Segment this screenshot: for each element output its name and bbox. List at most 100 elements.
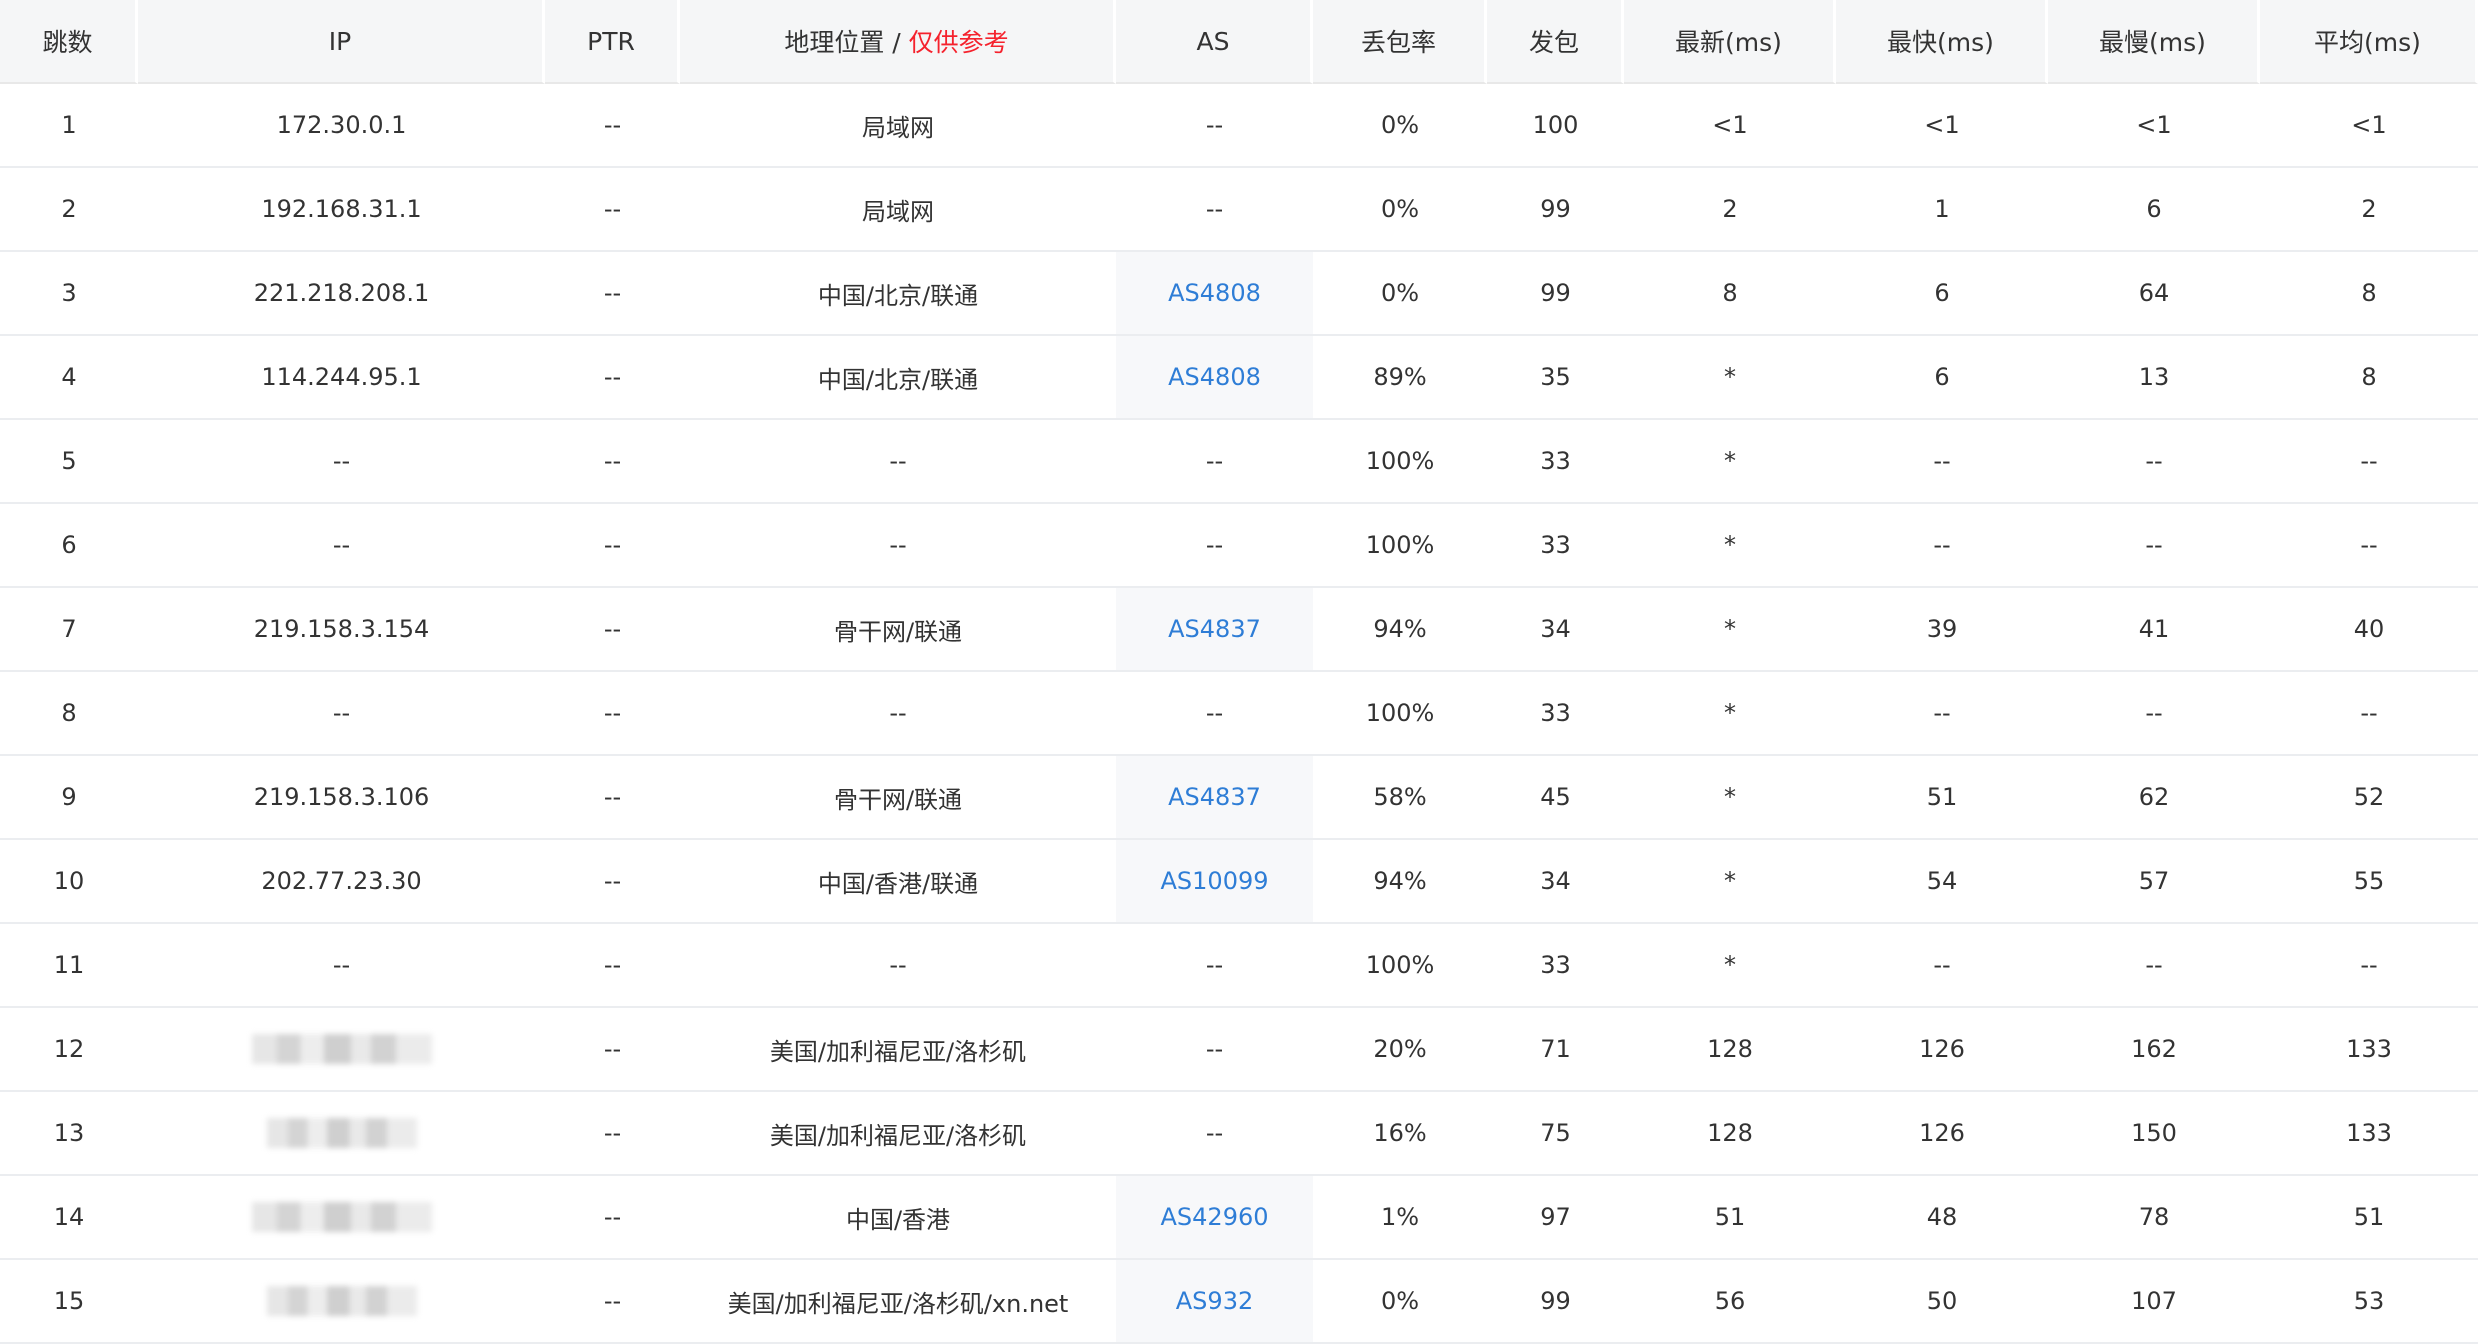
cell-hop: 2	[0, 168, 138, 252]
cell-as[interactable]: AS4808	[1116, 336, 1313, 420]
cell-last: *	[1624, 504, 1836, 588]
cell-sent: 97	[1487, 1176, 1624, 1260]
as-number-link[interactable]: AS932	[1176, 1287, 1253, 1315]
cell-as: --	[1116, 924, 1313, 1008]
cell-as[interactable]: AS4837	[1116, 588, 1313, 672]
cell-hop: 6	[0, 504, 138, 588]
cell-hop: 7	[0, 588, 138, 672]
cell-ptr: --	[545, 672, 680, 756]
cell-worst: 107	[2048, 1260, 2260, 1344]
cell-avg: 133	[2260, 1008, 2478, 1092]
table-row: 1 172.30.0.1 -- 局域网 -- 0% 100 <1 <1 <1 <1	[0, 84, 2478, 168]
cell-sent: 33	[1487, 504, 1624, 588]
cell-loss: 100%	[1313, 672, 1487, 756]
cell-sent: 33	[1487, 924, 1624, 1008]
redacted-ip-blur	[251, 1034, 432, 1064]
cell-best: 126	[1836, 1008, 2048, 1092]
cell-as[interactable]: AS4837	[1116, 756, 1313, 840]
cell-loss: 0%	[1313, 1260, 1487, 1344]
cell-ip: 114.244.95.1	[138, 336, 545, 420]
cell-last: 128	[1624, 1092, 1836, 1176]
table-row: 2 192.168.31.1 -- 局域网 -- 0% 99 2 1 6 2	[0, 168, 2478, 252]
cell-ip: --	[138, 672, 545, 756]
cell-as: --	[1116, 84, 1313, 168]
cell-sent: 99	[1487, 168, 1624, 252]
cell-loss: 0%	[1313, 252, 1487, 336]
cell-sent: 33	[1487, 672, 1624, 756]
cell-last: <1	[1624, 84, 1836, 168]
cell-geo: 美国/加利福尼亚/洛杉矶	[680, 1008, 1116, 1092]
cell-ip: --	[138, 420, 545, 504]
cell-best: 39	[1836, 588, 2048, 672]
cell-as[interactable]: AS932	[1116, 1260, 1313, 1344]
table-row: 5 -- -- -- -- 100% 33 * -- -- --	[0, 420, 2478, 504]
cell-geo: --	[680, 672, 1116, 756]
cell-hop: 10	[0, 840, 138, 924]
cell-ip	[138, 1008, 545, 1092]
as-number-link[interactable]: AS10099	[1161, 867, 1269, 895]
cell-ip: 172.30.0.1	[138, 84, 545, 168]
cell-geo: 骨干网/联通	[680, 588, 1116, 672]
cell-avg: 40	[2260, 588, 2478, 672]
cell-loss: 0%	[1313, 84, 1487, 168]
cell-geo: 中国/北京/联通	[680, 336, 1116, 420]
table-row: 8 -- -- -- -- 100% 33 * -- -- --	[0, 672, 2478, 756]
cell-ptr: --	[545, 840, 680, 924]
header-ip: IP	[138, 0, 545, 84]
cell-ptr: --	[545, 168, 680, 252]
header-row: 跳数 IP PTR 地理位置 / 仅供参考 AS 丢包率 发包 最新(ms) 最…	[0, 0, 2478, 84]
cell-last: 56	[1624, 1260, 1836, 1344]
redacted-ip-blur	[266, 1118, 417, 1148]
cell-worst: 6	[2048, 168, 2260, 252]
cell-as: --	[1116, 1008, 1313, 1092]
redacted-ip-blur	[251, 1202, 432, 1232]
header-best: 最快(ms)	[1836, 0, 2048, 84]
cell-as[interactable]: AS10099	[1116, 840, 1313, 924]
cell-best: 6	[1836, 252, 2048, 336]
cell-as[interactable]: AS42960	[1116, 1176, 1313, 1260]
cell-hop: 14	[0, 1176, 138, 1260]
cell-hop: 12	[0, 1008, 138, 1092]
cell-sent: 33	[1487, 420, 1624, 504]
cell-ptr: --	[545, 924, 680, 1008]
cell-ip	[138, 1176, 545, 1260]
cell-best: 126	[1836, 1092, 2048, 1176]
cell-geo: 中国/香港	[680, 1176, 1116, 1260]
cell-best: --	[1836, 420, 2048, 504]
cell-loss: 16%	[1313, 1092, 1487, 1176]
as-number-link[interactable]: AS4837	[1168, 615, 1261, 643]
cell-avg: 51	[2260, 1176, 2478, 1260]
cell-worst: 150	[2048, 1092, 2260, 1176]
cell-worst: --	[2048, 924, 2260, 1008]
cell-worst: 64	[2048, 252, 2260, 336]
cell-hop: 8	[0, 672, 138, 756]
cell-best: <1	[1836, 84, 2048, 168]
as-number-link[interactable]: AS4837	[1168, 783, 1261, 811]
cell-as: --	[1116, 504, 1313, 588]
cell-best: 48	[1836, 1176, 2048, 1260]
header-geo-separator: /	[884, 28, 909, 57]
cell-hop: 13	[0, 1092, 138, 1176]
cell-ptr: --	[545, 1176, 680, 1260]
cell-ip	[138, 1092, 545, 1176]
table-row: 6 -- -- -- -- 100% 33 * -- -- --	[0, 504, 2478, 588]
table-row: 3 221.218.208.1 -- 中国/北京/联通 AS4808 0% 99 8 6 64 8	[0, 252, 2478, 336]
cell-ip: --	[138, 924, 545, 1008]
cell-ip: 219.158.3.106	[138, 756, 545, 840]
as-number-link[interactable]: AS4808	[1168, 363, 1261, 391]
cell-worst: --	[2048, 672, 2260, 756]
cell-best: 6	[1836, 336, 2048, 420]
cell-as[interactable]: AS4808	[1116, 252, 1313, 336]
cell-last: *	[1624, 420, 1836, 504]
as-number-link[interactable]: AS42960	[1161, 1203, 1269, 1231]
cell-avg: 2	[2260, 168, 2478, 252]
cell-geo: --	[680, 504, 1116, 588]
cell-ip: 202.77.23.30	[138, 840, 545, 924]
cell-worst: 41	[2048, 588, 2260, 672]
cell-worst: <1	[2048, 84, 2260, 168]
cell-geo: 美国/加利福尼亚/洛杉矶	[680, 1092, 1116, 1176]
as-number-link[interactable]: AS4808	[1168, 279, 1261, 307]
cell-loss: 94%	[1313, 840, 1487, 924]
table-row: 4 114.244.95.1 -- 中国/北京/联通 AS4808 89% 35 * 6 13 8	[0, 336, 2478, 420]
cell-ptr: --	[545, 420, 680, 504]
